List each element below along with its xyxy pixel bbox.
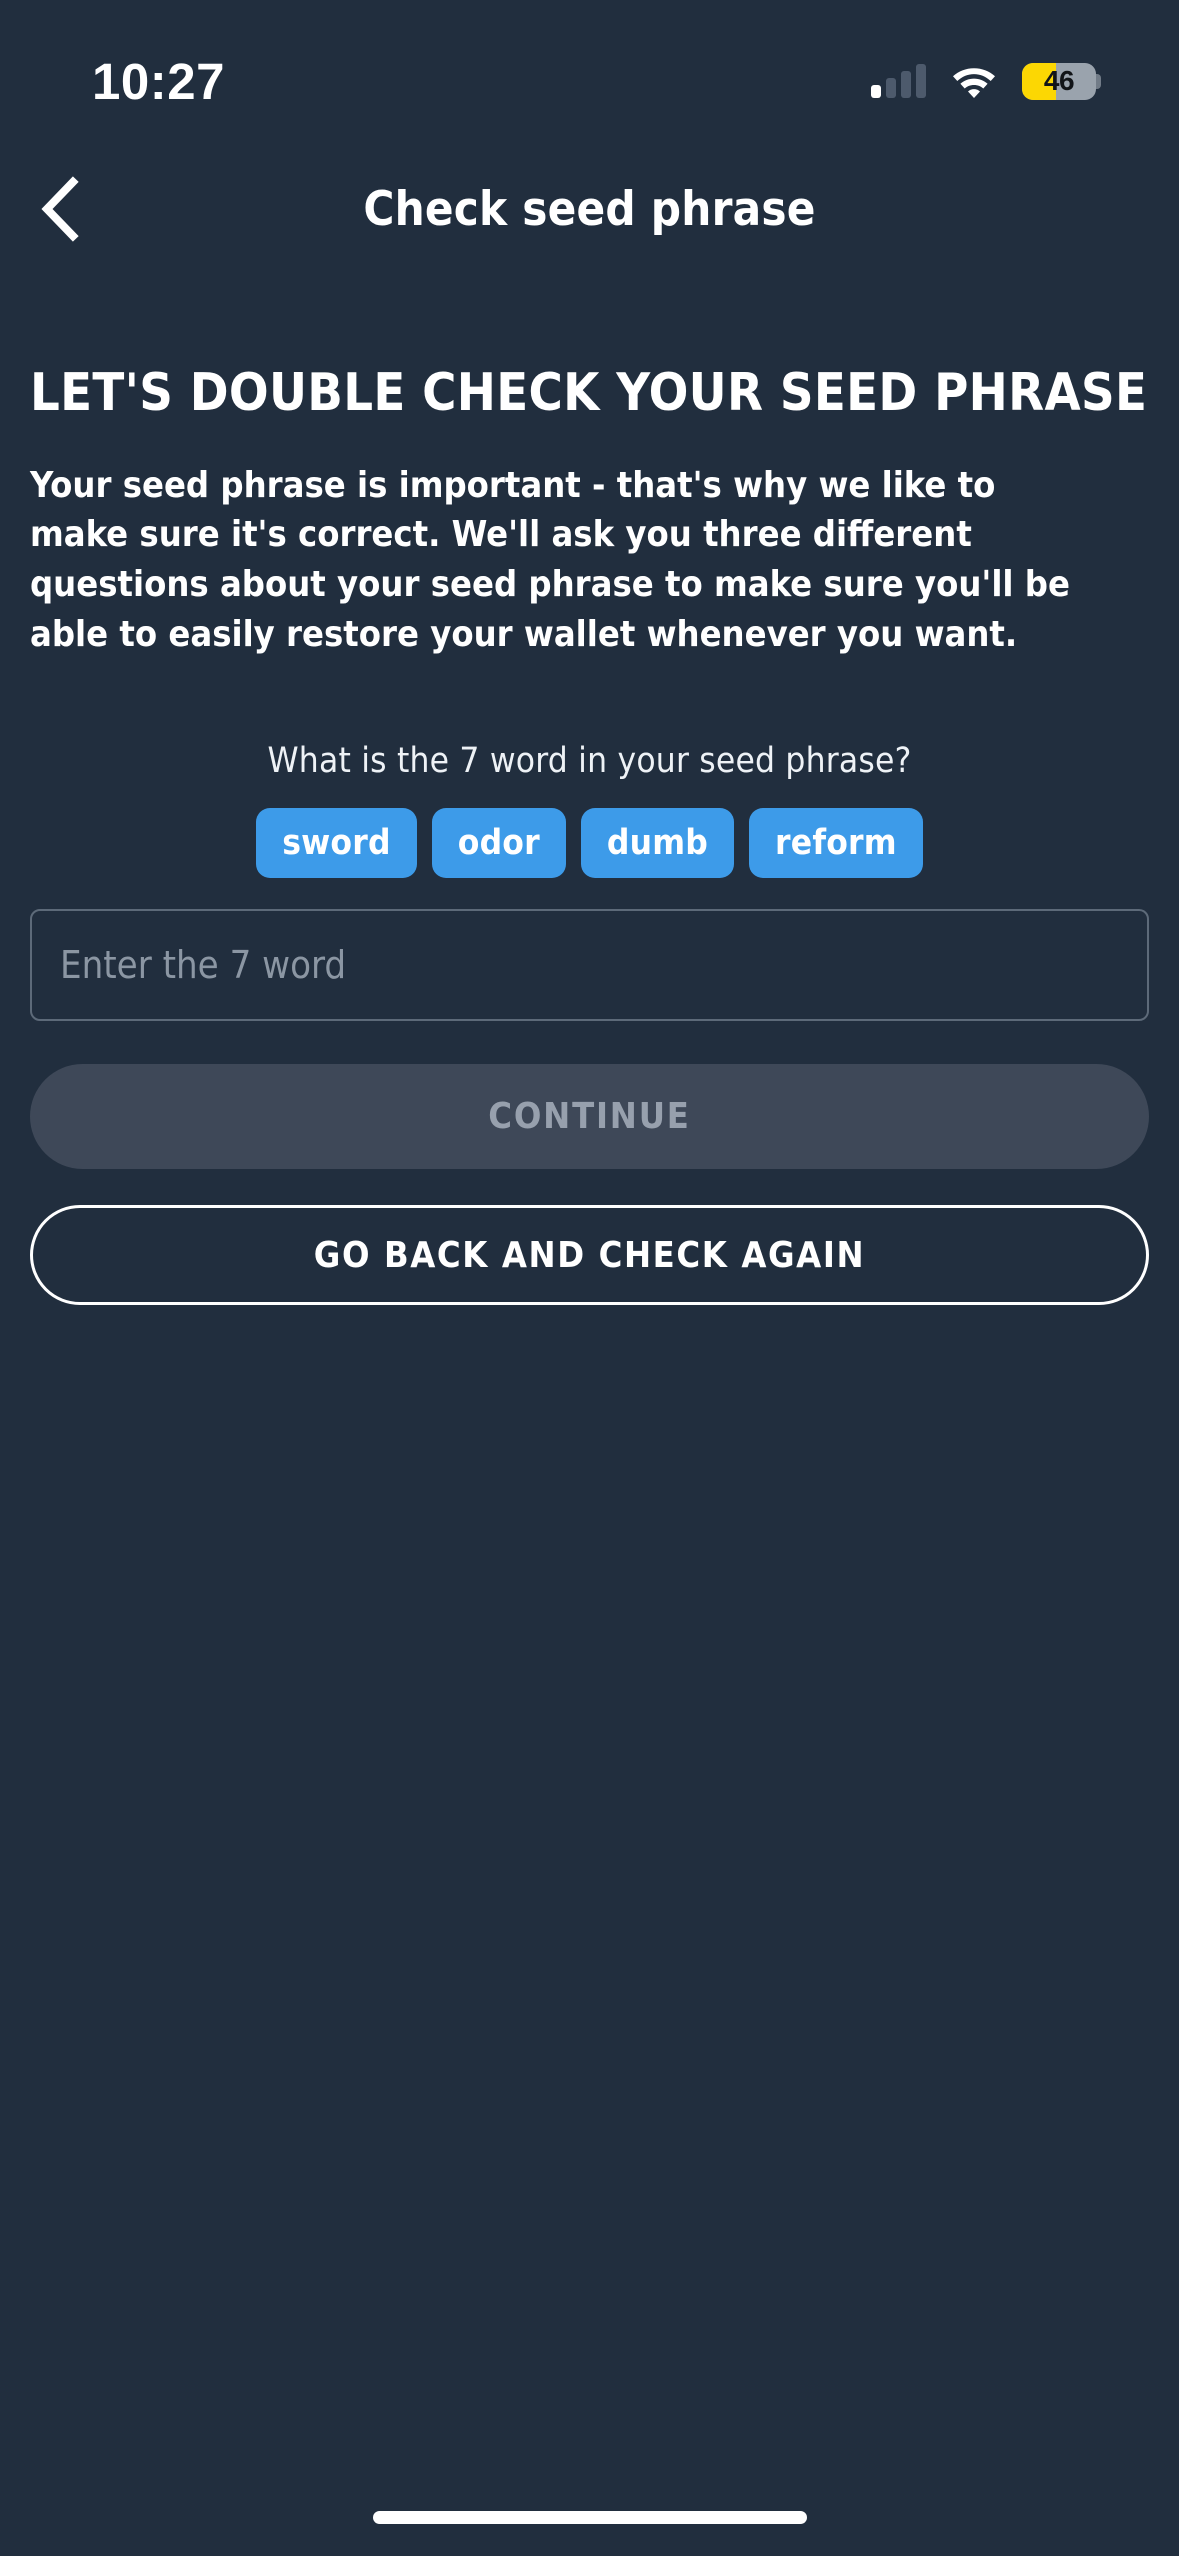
page-title: Check seed phrase — [363, 181, 816, 237]
nav-bar: Check seed phrase — [0, 150, 1179, 268]
cellular-signal-icon — [871, 64, 926, 98]
chevron-left-icon — [37, 176, 83, 242]
word-option-chip[interactable]: sword — [256, 808, 417, 879]
home-indicator-area — [0, 2460, 1179, 2556]
word-option-chip[interactable]: reform — [749, 808, 923, 879]
continue-button[interactable]: CONTINUE — [30, 1064, 1149, 1170]
headline: LET'S DOUBLE CHECK YOUR SEED PHRASE — [30, 363, 1148, 423]
status-bar-clock: 10:27 — [92, 52, 225, 110]
body-description: Your seed phrase is important - that's w… — [30, 464, 1070, 655]
main-content: LET'S DOUBLE CHECK YOUR SEED PHRASE Your… — [0, 268, 1179, 2460]
status-bar-icons: 46 — [871, 51, 1101, 100]
seed-question-label: What is the 7 word in your seed phrase? — [267, 741, 912, 782]
seed-word-input[interactable] — [30, 909, 1149, 1022]
battery-icon: 46 — [1022, 62, 1101, 100]
phone-screen: 10:27 46 Check seed phrase LET'S DOUBLE … — [0, 0, 1179, 2556]
wifi-icon — [951, 64, 997, 98]
word-option-chip[interactable]: odor — [431, 808, 566, 879]
status-bar: 10:27 46 — [0, 0, 1179, 150]
go-back-and-check-again-button[interactable]: GO BACK AND CHECK AGAIN — [30, 1205, 1149, 1306]
back-button[interactable] — [22, 171, 98, 247]
word-option-chip[interactable]: dumb — [580, 808, 735, 879]
battery-level-label: 46 — [1043, 65, 1075, 96]
word-options-list: sword odor dumb reform — [30, 808, 1149, 879]
home-indicator[interactable] — [372, 2510, 807, 2524]
